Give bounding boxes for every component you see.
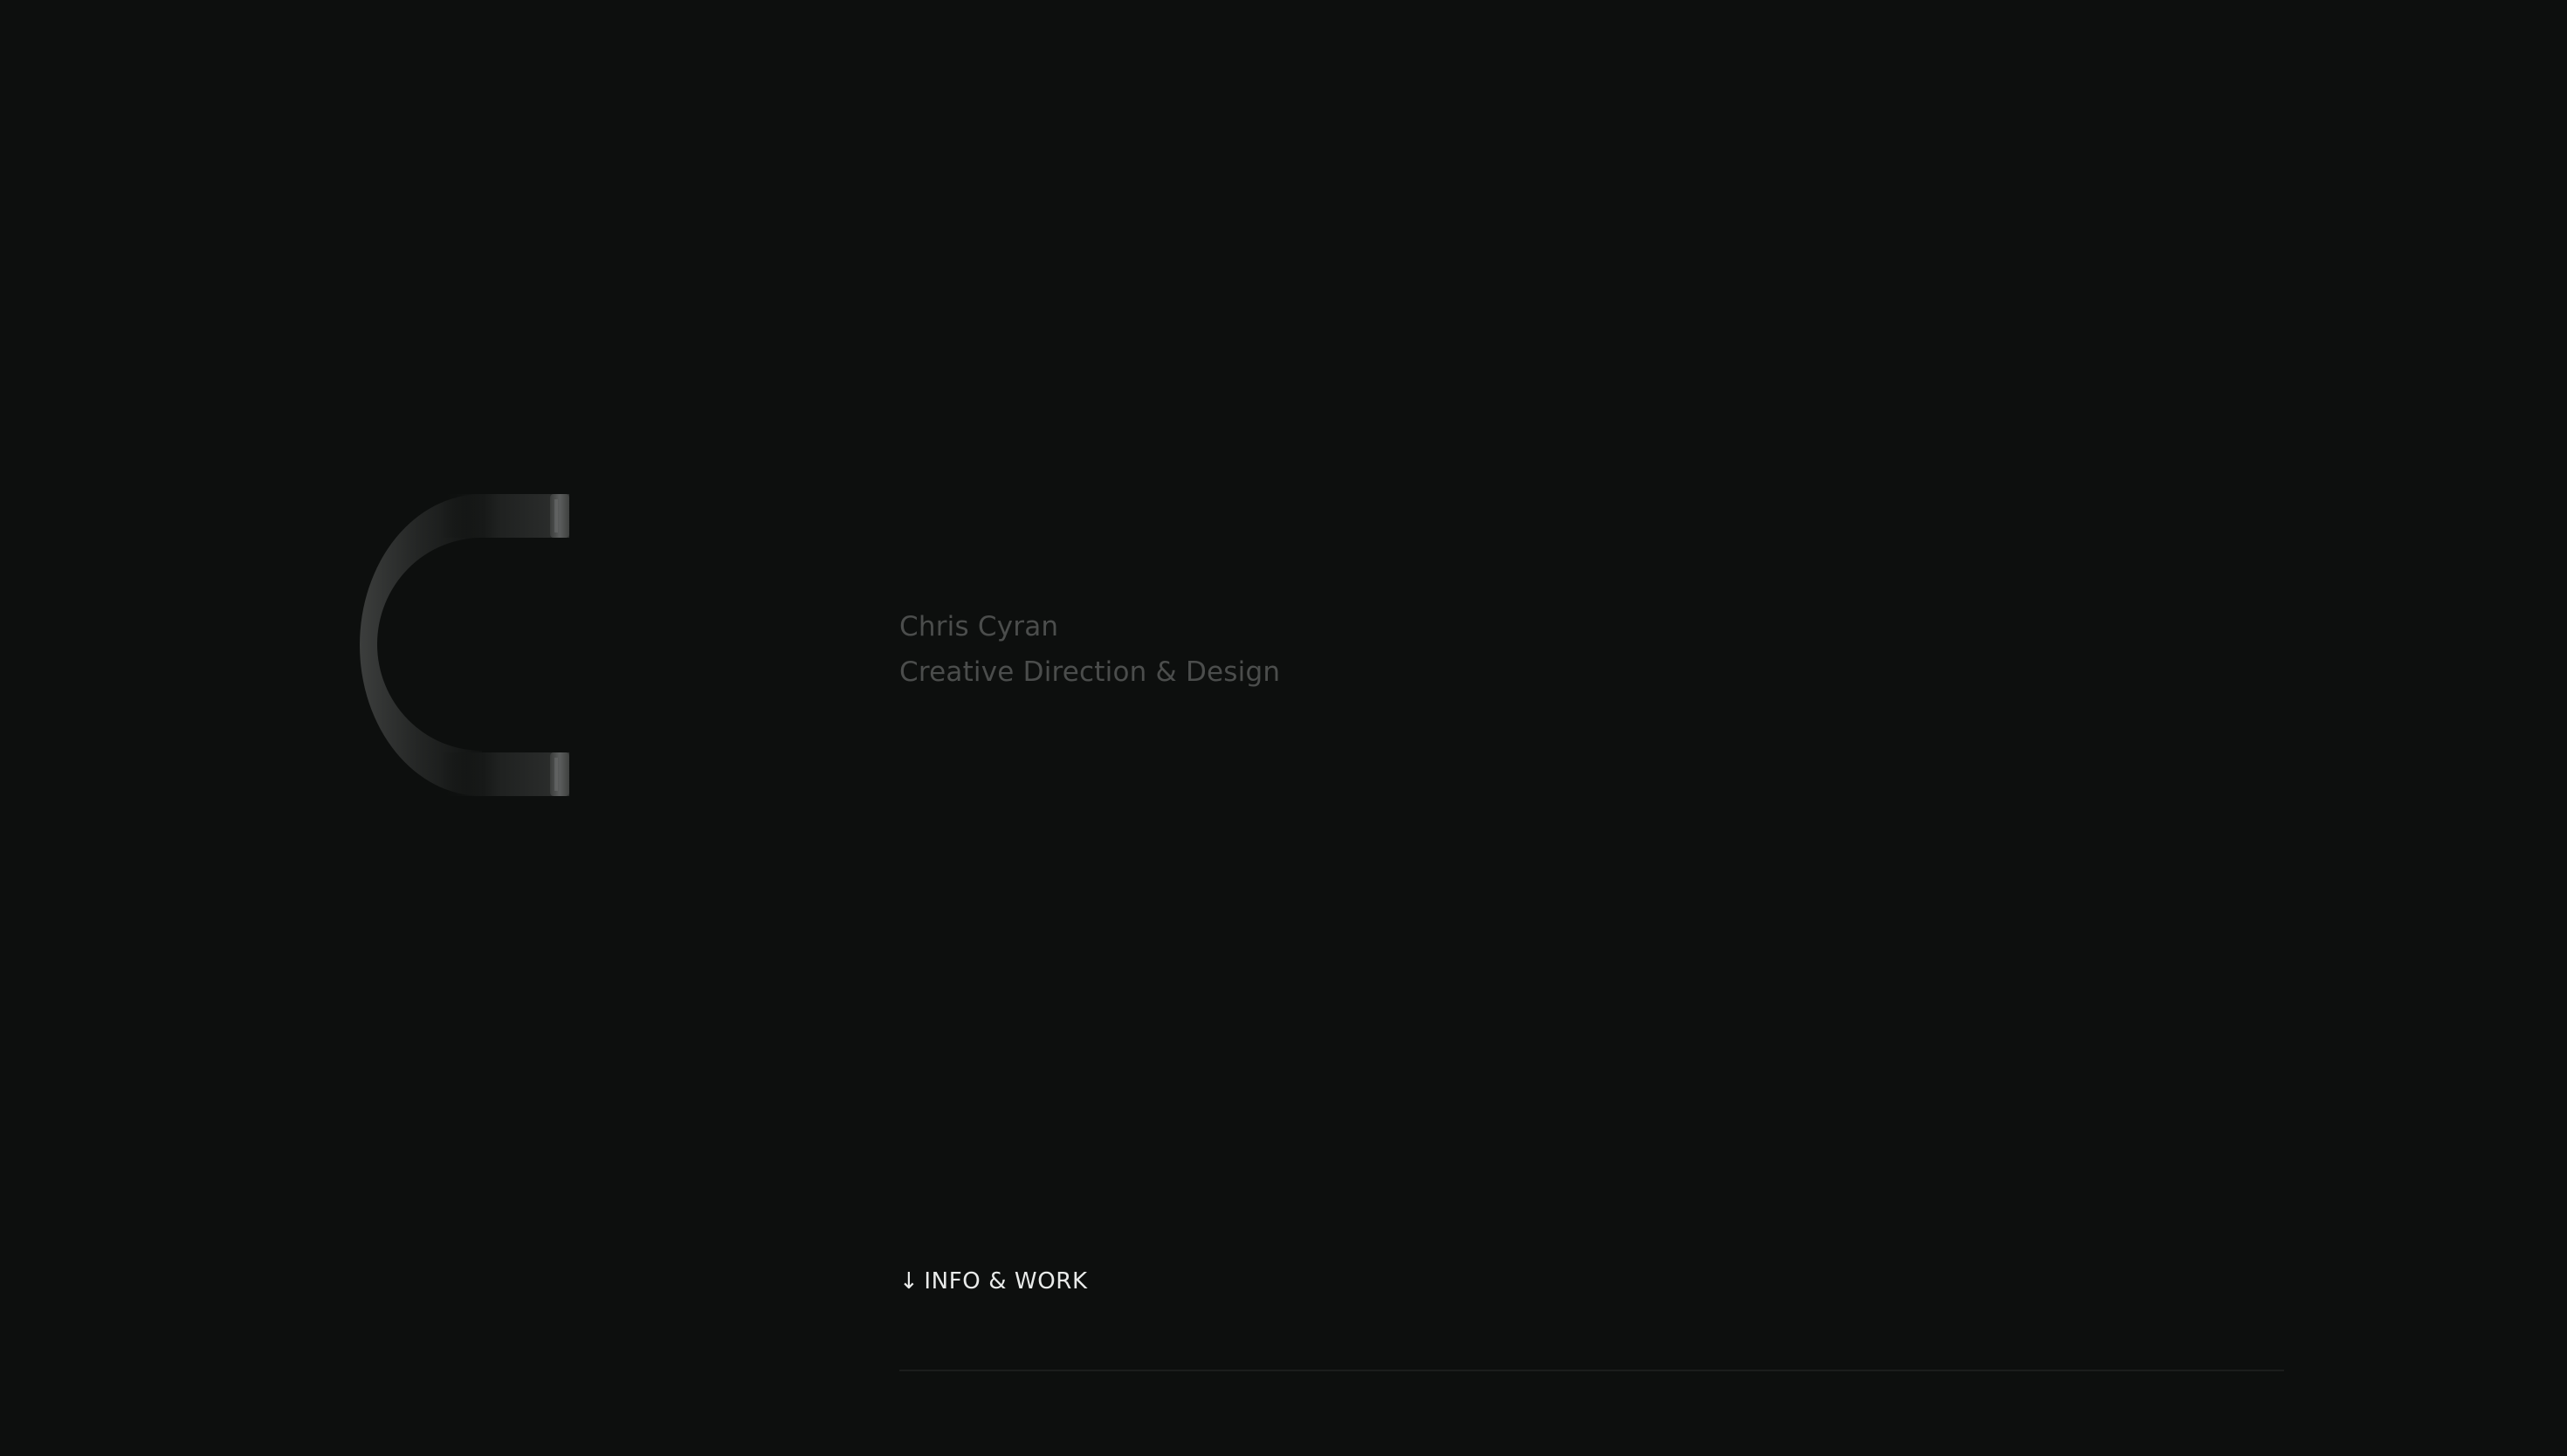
hero-intro: Chris Cyran Creative Direction & Design bbox=[899, 604, 1280, 695]
arrow-down-icon: ↓ bbox=[899, 1268, 919, 1295]
hero-tagline: Creative Direction & Design bbox=[899, 656, 1281, 688]
c-monogram-icon bbox=[360, 487, 576, 803]
section-divider bbox=[899, 1370, 2284, 1371]
hero-name: Chris Cyran bbox=[899, 611, 1059, 642]
info-work-link[interactable]: ↓ INFO & WORK bbox=[899, 1264, 1088, 1299]
info-work-label: INFO & WORK bbox=[924, 1268, 1088, 1295]
